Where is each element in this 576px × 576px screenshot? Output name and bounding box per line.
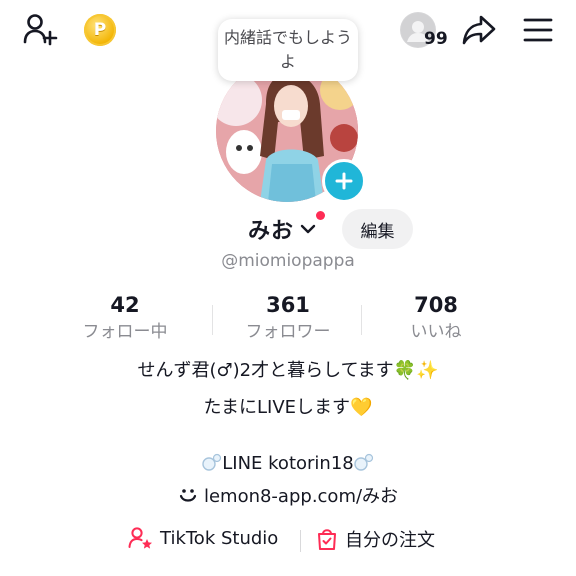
add-friend-icon	[23, 14, 58, 46]
add-friend-button[interactable]	[20, 12, 60, 48]
bubbles-icon	[354, 453, 373, 471]
menu-icon	[523, 18, 553, 42]
bubbles-icon	[202, 453, 222, 471]
lemon8-link-text: lemon8-app.com/みお	[203, 486, 399, 507]
visitor-count: 99	[424, 29, 448, 49]
line-link-text: LINE kotorin18	[222, 453, 354, 474]
shopping-bag-icon	[318, 529, 336, 550]
bottom-divider	[300, 530, 301, 552]
notification-dot	[316, 211, 325, 220]
studio-icon	[128, 527, 152, 549]
plus-icon	[335, 172, 353, 190]
username-handle: @miomiopappa	[221, 251, 355, 271]
tiktok-studio-label: TikTok Studio	[160, 527, 279, 549]
coin-icon: P	[93, 20, 107, 40]
tiktok-studio-button[interactable]: TikTok Studio	[128, 526, 278, 550]
likes-label: いいね	[410, 322, 462, 342]
followers-count: 361	[266, 293, 310, 317]
note-bubble[interactable]: 内緒話でもしようよ	[218, 19, 358, 81]
following-label: フォロー中	[82, 322, 168, 342]
menu-button[interactable]	[520, 14, 556, 46]
account-switch-chevron[interactable]	[300, 220, 316, 239]
bio-line-2: たまにLIVEします💛	[203, 397, 373, 418]
stat-following[interactable]: 42 フォロー中	[50, 292, 200, 344]
lemon8-link[interactable]: lemon8-app.com/みお	[0, 482, 576, 508]
likes-count: 708	[414, 293, 458, 317]
note-bubble-text: 内緒話でもしようよ	[224, 28, 353, 71]
followers-label: フォロワー	[245, 322, 331, 342]
share-icon	[462, 15, 496, 45]
edit-profile-button[interactable]: 編集	[342, 209, 413, 249]
bio-line-1: せんず君(♂)2才と暮らしてます🍀✨	[137, 360, 439, 381]
stat-followers[interactable]: 361 フォロワー	[213, 292, 363, 344]
profile-name[interactable]: みお	[248, 213, 294, 245]
stat-likes[interactable]: 708 いいね	[361, 292, 511, 344]
chevron-down-icon	[300, 224, 316, 234]
line-link[interactable]: LINE kotorin18	[0, 452, 576, 474]
lemon8-icon	[179, 489, 197, 502]
my-orders-label: 自分の注文	[345, 530, 435, 551]
following-count: 42	[110, 293, 140, 317]
add-avatar-button[interactable]	[322, 159, 366, 203]
share-button[interactable]	[460, 12, 498, 48]
profile-visitors-button[interactable]: 99	[400, 12, 448, 52]
coin-button[interactable]: P	[84, 14, 116, 46]
my-orders-button[interactable]: 自分の注文	[316, 526, 435, 552]
